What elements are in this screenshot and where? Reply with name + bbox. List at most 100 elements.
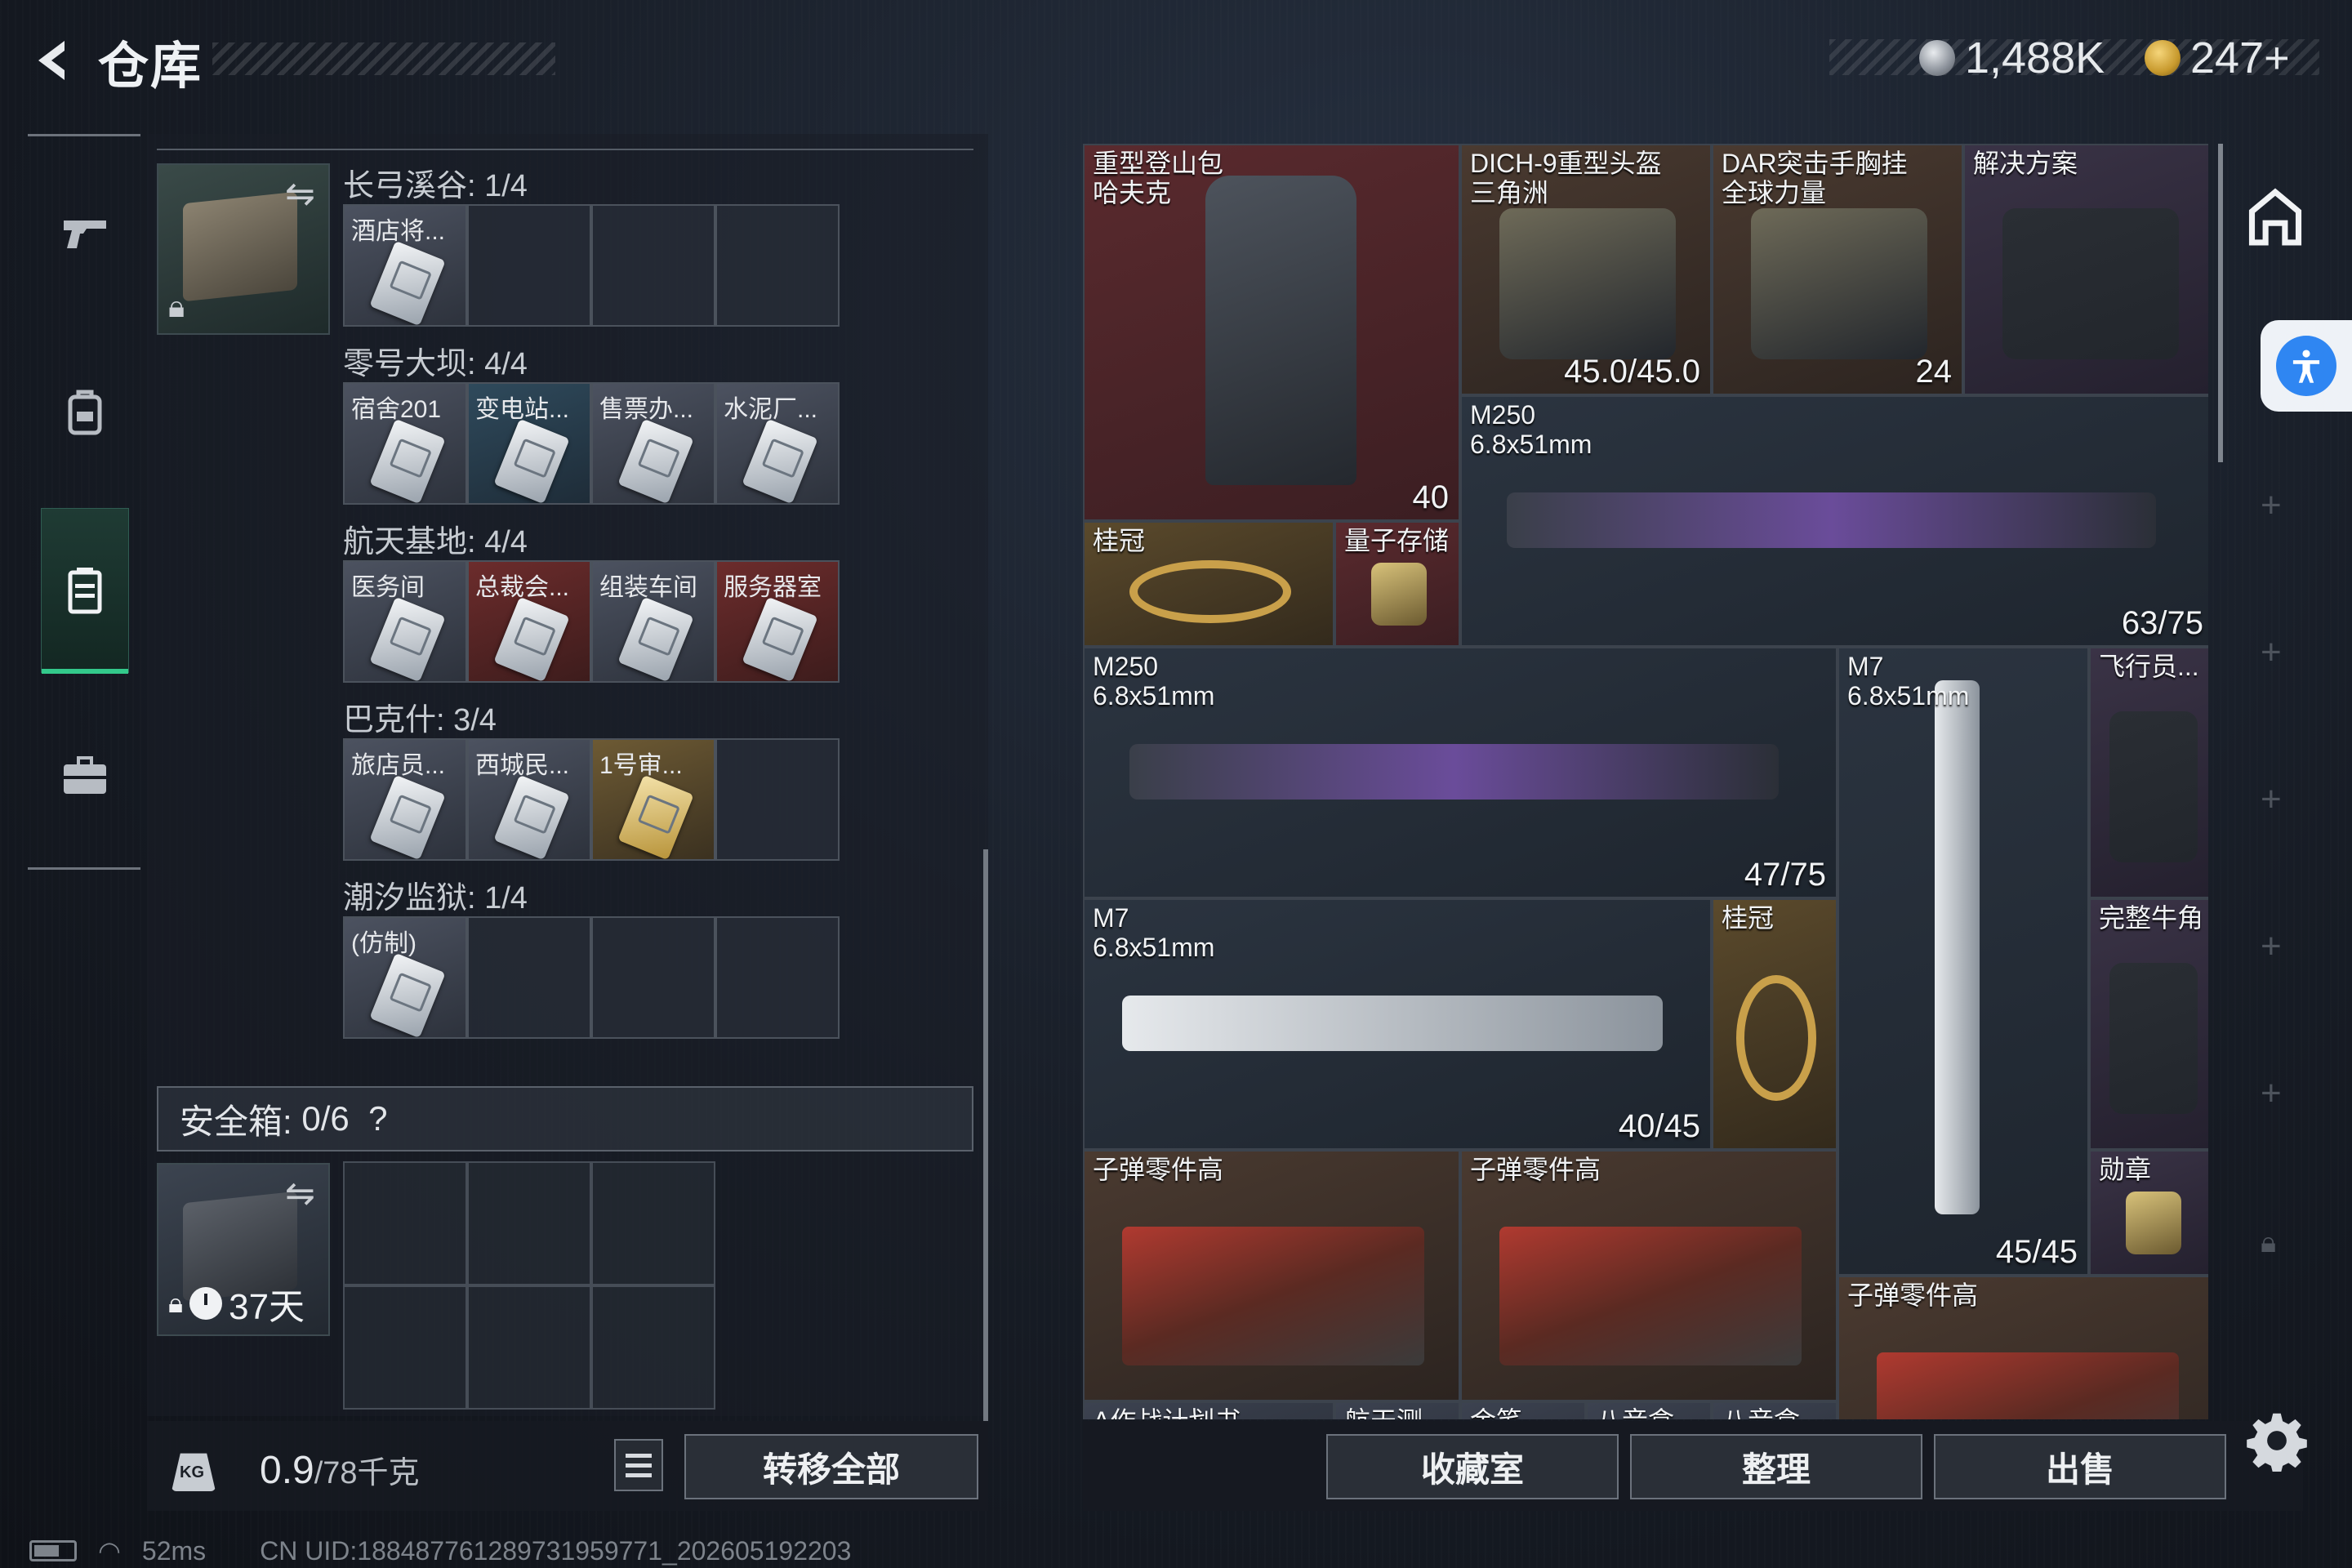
gear-icon[interactable] <box>2246 1410 2308 1472</box>
keycard-slot[interactable]: 1号审... <box>591 738 715 861</box>
key-slot-row[interactable]: 宿舍201 变电站... 售票办... 水泥厂... <box>343 382 840 505</box>
key-slot-row[interactable]: 医务间 总裁会... 组装车间 服务器室 <box>343 560 840 683</box>
stash-item[interactable]: M250 6.8x51mm 63/75 <box>1460 395 2208 647</box>
stash-item[interactable]: M250 6.8x51mm 47/75 <box>1083 647 1838 898</box>
add-stash-page-icon[interactable]: + <box>2261 485 2282 526</box>
stash-item[interactable]: 八音盒 <box>1712 1401 1838 1419</box>
stash-item[interactable]: DAR突击手胸挂 全球力量 24 <box>1712 144 1963 395</box>
empty-key-slot[interactable] <box>591 204 715 327</box>
empty-key-slot[interactable] <box>715 204 840 327</box>
item-name: M7 6.8x51mm <box>1093 903 1215 962</box>
stash-grid[interactable]: 重型登山包 哈夫克 40 DICH-9重型头盔 三角洲 45.0/45.0 DAR突击手… <box>1083 144 2208 1419</box>
keycard-slot[interactable]: 总裁会... <box>467 560 591 683</box>
safe-slot[interactable] <box>343 1285 467 1410</box>
safe-slot[interactable] <box>467 1161 591 1285</box>
pistol-icon <box>64 220 106 248</box>
nav-storage[interactable] <box>41 508 129 674</box>
stash-item[interactable]: 八音盒 <box>1586 1401 1712 1419</box>
transfer-all-button[interactable]: 转移全部 <box>684 1434 978 1499</box>
add-stash-page-icon[interactable]: + <box>2261 1073 2282 1114</box>
stash-item[interactable]: 桂冠 <box>1712 898 1838 1150</box>
stash-item[interactable]: 解决方案 <box>1963 144 2208 395</box>
item-image <box>1122 996 1664 1051</box>
stash-item[interactable]: 航天测... <box>1334 1401 1460 1419</box>
back-button[interactable] <box>26 29 83 91</box>
collection-room-button[interactable]: 收藏室 <box>1326 1434 1619 1499</box>
stash-item[interactable]: A作战计划书 <box>1083 1401 1334 1419</box>
safe-box-grid[interactable] <box>343 1161 715 1410</box>
keycard-name: 变电站... <box>475 396 570 423</box>
keycard-slot[interactable]: 售票办... <box>591 382 715 505</box>
status-bar: ◠ 52ms CN UID:18848776128973195977​1_202… <box>29 1535 851 1566</box>
stash-item[interactable]: 金笔 <box>1460 1401 1586 1419</box>
storage-icon <box>68 568 102 614</box>
stash-home-icon[interactable] <box>2244 186 2306 248</box>
item-name: 桂冠 <box>1093 526 1146 555</box>
keycard-slot[interactable]: 服务器室 <box>715 560 840 683</box>
keycard-icon <box>369 774 446 859</box>
swap-icon[interactable]: ⇋ <box>285 173 315 215</box>
add-stash-page-icon[interactable]: + <box>2261 926 2282 967</box>
currency-gold[interactable]: 247+ <box>2145 29 2290 87</box>
keycard-slot[interactable]: 变电站... <box>467 382 591 505</box>
stash-item[interactable]: 子弹零件高 <box>1460 1150 1838 1401</box>
keycard-slot[interactable]: 医务间 <box>343 560 467 683</box>
keycard-slot[interactable]: 组装车间 <box>591 560 715 683</box>
keycard-slot[interactable]: 酒店将... <box>343 204 467 327</box>
safe-slot[interactable] <box>343 1161 467 1285</box>
accessibility-icon <box>2276 336 2336 396</box>
stash-item[interactable]: 量子存储 <box>1334 521 1460 647</box>
stash-item[interactable]: 桂冠 <box>1083 521 1334 647</box>
item-image <box>1122 1227 1424 1365</box>
backpack-icon <box>68 390 102 435</box>
stash-item[interactable]: 子弹零件高 <box>1083 1150 1460 1401</box>
list-view-button[interactable] <box>614 1439 663 1491</box>
ping-value: 52ms <box>141 1535 207 1566</box>
help-icon[interactable]: ? <box>368 1099 387 1138</box>
sell-button[interactable]: 出售 <box>1934 1434 2226 1499</box>
stash-item[interactable]: 完整牛角 <box>2089 898 2208 1150</box>
empty-key-slot[interactable] <box>467 204 591 327</box>
keycard-slot[interactable]: 西城民... <box>467 738 591 861</box>
key-slot-row[interactable]: (仿制) <box>343 916 840 1039</box>
key-slot-row[interactable]: 酒店将... <box>343 204 840 327</box>
keycard-slot[interactable]: 宿舍201 <box>343 382 467 505</box>
safe-slot[interactable] <box>591 1285 715 1410</box>
stash-item[interactable]: 重型登山包 哈夫克 40 <box>1083 144 1460 521</box>
add-stash-page-icon[interactable]: + <box>2261 779 2282 820</box>
key-slot-row[interactable]: 旅店员... 西城民... 1号审... <box>343 738 840 861</box>
empty-key-slot[interactable] <box>715 738 840 861</box>
stash-item[interactable]: 飞行员... <box>2089 647 2208 898</box>
stash-item[interactable]: M7 6.8x51mm 40/45 <box>1083 898 1712 1150</box>
currency-silver[interactable]: 1,488K <box>1919 29 2105 87</box>
arrow-left-icon <box>38 41 65 80</box>
keycard-name: 总裁会... <box>475 574 570 601</box>
nav-briefcase[interactable] <box>41 694 129 858</box>
organize-button[interactable]: 整理 <box>1630 1434 1922 1499</box>
empty-key-slot[interactable] <box>591 916 715 1039</box>
accessibility-button[interactable] <box>2261 320 2352 412</box>
left-scrollbar[interactable] <box>983 849 988 1421</box>
stash-item[interactable]: DICH-9重型头盔 三角洲 45.0/45.0 <box>1460 144 1712 395</box>
stash-scrollbar[interactable] <box>2218 144 2223 462</box>
item-image <box>1371 563 1427 626</box>
empty-key-slot[interactable] <box>715 916 840 1039</box>
keycard-slot[interactable]: 水泥厂... <box>715 382 840 505</box>
safe-slot[interactable] <box>467 1285 591 1410</box>
keycard-slot[interactable]: (仿制) <box>343 916 467 1039</box>
keycard-slot[interactable]: 旅店员... <box>343 738 467 861</box>
safe-box-slot[interactable]: ⇋ 🔒︎ 37天 <box>157 1163 330 1336</box>
empty-key-slot[interactable] <box>467 916 591 1039</box>
stash-item[interactable]: M7 6.8x51mm 45/45 <box>1838 647 2089 1276</box>
stash-item[interactable]: 子弹零件高 <box>1838 1276 2208 1419</box>
region-label: 零号大坝: 4/4 <box>343 347 528 381</box>
stash-item[interactable]: 勋章 <box>2089 1150 2208 1276</box>
safe-slot[interactable] <box>591 1161 715 1285</box>
nav-weapons[interactable] <box>41 150 129 314</box>
item-count: 63/75 <box>2121 605 2203 641</box>
swap-icon[interactable]: ⇋ <box>285 1173 315 1214</box>
item-image <box>2109 963 2198 1114</box>
key-case-slot[interactable]: ⇋ 🔒︎ <box>157 163 330 335</box>
add-stash-page-icon[interactable]: + <box>2261 632 2282 673</box>
nav-backpack[interactable] <box>41 330 129 493</box>
